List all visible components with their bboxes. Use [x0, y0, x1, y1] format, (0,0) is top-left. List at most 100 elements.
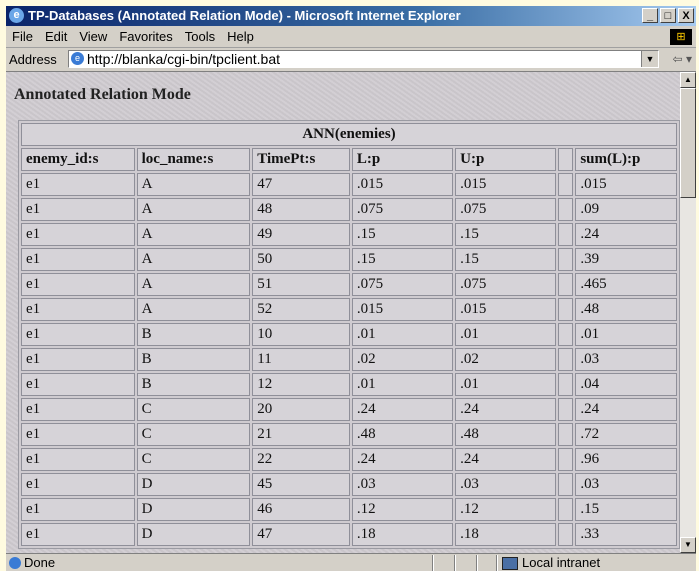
table-caption-row: ANN(enemies) [21, 123, 677, 146]
table-cell-loc-name: D [136, 523, 251, 546]
table-cell-enemy-id: e1 [21, 273, 135, 296]
close-button[interactable]: X [678, 8, 694, 23]
column-header-lower-prob: L:p [351, 148, 454, 171]
table-cell-enemy-id: e1 [21, 498, 135, 521]
column-header-sum-lower-prob: sum(L):p [575, 148, 677, 171]
table-cell-enemy-id: e1 [21, 523, 135, 546]
table-cell-lower-prob: .075 [351, 198, 454, 221]
table-cell-upper-prob: .15 [455, 248, 557, 271]
table-cell-spacer [558, 398, 574, 421]
menu-bar: File Edit View Favorites Tools Help [6, 26, 696, 48]
maximize-button[interactable]: □ [660, 8, 676, 23]
table-row: e1 C 21.48.48.72 [21, 423, 677, 446]
table-cell-upper-prob: .01 [455, 373, 557, 396]
status-divider [432, 555, 434, 571]
table-cell-time-pt: 47 [252, 523, 350, 546]
security-zone: Local intranet [522, 555, 601, 570]
menu-edit[interactable]: Edit [39, 26, 73, 47]
minimize-button[interactable]: _ [642, 8, 658, 23]
address-label: Address [9, 52, 57, 67]
table-cell-loc-name: C [136, 398, 251, 421]
table-cell-loc-name: A [136, 223, 251, 246]
title-bar[interactable]: e TP-Databases (Annotated Relation Mode)… [6, 6, 696, 26]
address-dropdown-icon[interactable]: ▼ [641, 51, 658, 67]
table-row: e1 C 20.24.24.24 [21, 398, 677, 421]
table-cell-spacer [558, 498, 574, 521]
table-cell-upper-prob: .03 [455, 473, 557, 496]
table-cell-upper-prob: .015 [455, 173, 557, 196]
intranet-zone-icon [502, 557, 518, 570]
scroll-up-icon[interactable]: ▲ [680, 72, 696, 88]
table-cell-enemy-id: e1 [21, 448, 135, 471]
menu-tools[interactable]: Tools [179, 26, 221, 47]
table-cell-sum-lower-prob: .33 [575, 523, 677, 546]
table-cell-sum-lower-prob: .03 [575, 473, 677, 496]
table-cell-upper-prob: .12 [455, 498, 557, 521]
table-cell-lower-prob: .12 [351, 498, 454, 521]
table-cell-lower-prob: .24 [351, 398, 454, 421]
table-row: e1 B 12.01.01.04 [21, 373, 677, 396]
address-url: http://blanka/cgi-bin/tpclient.bat [87, 51, 281, 67]
window-title: TP-Databases (Annotated Relation Mode) -… [28, 8, 461, 23]
table-cell-upper-prob: .015 [455, 298, 557, 321]
table-cell-loc-name: A [136, 173, 251, 196]
table-cell-sum-lower-prob: .15 [575, 498, 677, 521]
table-row: e1 D 46.12.12.15 [21, 498, 677, 521]
menu-file[interactable]: File [6, 26, 39, 47]
table-cell-time-pt: 45 [252, 473, 350, 496]
table-cell-spacer [558, 523, 574, 546]
table-cell-upper-prob: .24 [455, 448, 557, 471]
table-cell-enemy-id: e1 [21, 323, 135, 346]
internet-explorer-icon: e [9, 8, 24, 23]
menu-help[interactable]: Help [221, 26, 260, 47]
window-controls: _ □ X [640, 8, 694, 23]
table-cell-spacer [558, 323, 574, 346]
table-cell-spacer [558, 273, 574, 296]
table-cell-spacer [558, 173, 574, 196]
table-cell-lower-prob: .01 [351, 373, 454, 396]
table-cell-sum-lower-prob: .04 [575, 373, 677, 396]
table-cell-loc-name: C [136, 448, 251, 471]
table-cell-time-pt: 21 [252, 423, 350, 446]
table-cell-upper-prob: .075 [455, 273, 557, 296]
address-input[interactable]: e http://blanka/cgi-bin/tpclient.bat ▼ [68, 50, 659, 68]
table-cell-time-pt: 20 [252, 398, 350, 421]
table-cell-loc-name: D [136, 473, 251, 496]
table-cell-sum-lower-prob: .03 [575, 348, 677, 371]
table-cell-time-pt: 47 [252, 173, 350, 196]
go-arrow-icon[interactable]: ⇦ ▾ [673, 48, 692, 71]
table-cell-spacer [558, 248, 574, 271]
browser-window: e TP-Databases (Annotated Relation Mode)… [6, 6, 696, 571]
table-cell-lower-prob: .075 [351, 273, 454, 296]
menu-favorites[interactable]: Favorites [113, 26, 178, 47]
menu-view[interactable]: View [73, 26, 113, 47]
table-cell-lower-prob: .15 [351, 248, 454, 271]
status-text: Done [24, 555, 56, 570]
table-cell-upper-prob: .24 [455, 398, 557, 421]
relation-name: ANN(enemies) [21, 123, 677, 146]
scroll-down-icon[interactable]: ▼ [680, 537, 696, 553]
scroll-thumb[interactable] [680, 88, 696, 198]
table-cell-upper-prob: .48 [455, 423, 557, 446]
table-body: e1 A 47.015.015.015 e1 A 48.075.075.09 e1 A 49.1… [21, 173, 677, 546]
table-cell-sum-lower-prob: .01 [575, 323, 677, 346]
table-cell-sum-lower-prob: .96 [575, 448, 677, 471]
table-cell-loc-name: A [136, 248, 251, 271]
windows-logo-icon: ⊞ [670, 29, 692, 45]
table-cell-enemy-id: e1 [21, 248, 135, 271]
table-cell-loc-name: C [136, 423, 251, 446]
column-header-loc-name: loc_name:s [136, 148, 251, 171]
status-divider [454, 555, 456, 571]
table-cell-lower-prob: .02 [351, 348, 454, 371]
table-cell-time-pt: 11 [252, 348, 350, 371]
table-cell-time-pt: 12 [252, 373, 350, 396]
table-cell-enemy-id: e1 [21, 173, 135, 196]
table-cell-time-pt: 52 [252, 298, 350, 321]
status-divider [496, 555, 498, 571]
table-cell-spacer [558, 373, 574, 396]
table-row: e1 B 10.01.01.01 [21, 323, 677, 346]
table-cell-time-pt: 51 [252, 273, 350, 296]
table-cell-upper-prob: .01 [455, 323, 557, 346]
table-cell-time-pt: 10 [252, 323, 350, 346]
vertical-scrollbar[interactable]: ▲ ▼ [680, 72, 696, 553]
